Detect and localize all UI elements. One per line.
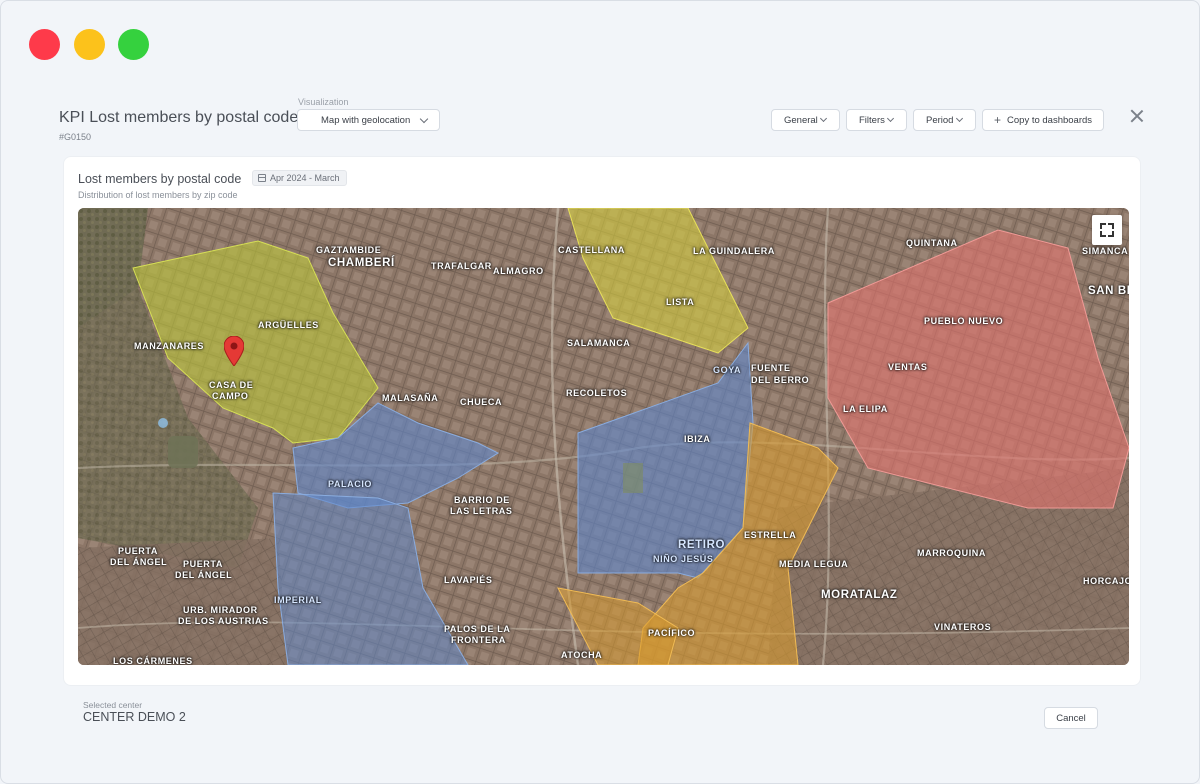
period-label: Period [926, 114, 954, 126]
map-label: NIÑO JESÚS [653, 554, 714, 564]
map-label: BARRIO DE [454, 495, 510, 505]
map-label: DEL ÁNGEL [110, 557, 168, 567]
map-label: MEDIA LEGUA [779, 559, 849, 569]
chevron-down-icon [419, 114, 429, 124]
card-subtitle: Distribution of lost members by zip code [78, 190, 238, 200]
chevron-down-icon [819, 114, 828, 123]
map-label: CAMPO [212, 391, 249, 401]
map-label: LAS LETRAS [450, 506, 513, 516]
visualization-select[interactable]: Map with geolocation [297, 109, 440, 131]
map-label: CASA DE [209, 380, 254, 390]
map-label: DEL ÁNGEL [175, 570, 233, 580]
window-maximize-button[interactable] [118, 29, 149, 60]
filters-dropdown-button[interactable]: Filters [846, 109, 907, 131]
map-label: VENTAS [888, 362, 928, 372]
visualization-select-value: Map with geolocation [321, 114, 411, 126]
cancel-button[interactable]: Cancel [1044, 707, 1098, 729]
map-label: PUEBLO NUEVO [924, 316, 1004, 326]
date-range-badge: Apr 2024 - March [252, 170, 347, 186]
date-range-text: Apr 2024 - March [270, 173, 340, 183]
map-label: SAN BL [1088, 285, 1129, 297]
map-label: SIMANCA [1082, 246, 1129, 256]
map-label: GAZTAMBIDE [316, 245, 382, 255]
map-label: DEL BERRO [751, 375, 810, 385]
map-label: PUERTA [183, 559, 223, 569]
window-close-button[interactable] [29, 29, 60, 60]
app-window: KPI Lost members by postal code #G0150 V… [0, 0, 1200, 784]
fullscreen-icon-corner [1108, 223, 1114, 229]
selected-center-value: CENTER DEMO 2 [83, 710, 186, 724]
general-dropdown-button[interactable]: General [771, 109, 840, 131]
map-label: LOS CÁRMENES [113, 656, 193, 665]
map-label: TRAFALGAR [431, 261, 492, 271]
park-area [168, 436, 198, 468]
map-label: GOYA [713, 365, 742, 375]
page-title: KPI Lost members by postal code [59, 109, 299, 126]
kpi-code: #G0150 [59, 132, 92, 142]
map-label: FRONTERA [451, 635, 506, 645]
park-area [623, 463, 643, 493]
chevron-down-icon [955, 114, 964, 123]
window-minimize-button[interactable] [74, 29, 105, 60]
location-pin-icon[interactable] [224, 336, 244, 366]
map-label: QUINTANA [906, 238, 958, 248]
fullscreen-button[interactable] [1092, 215, 1122, 245]
calendar-icon [258, 174, 266, 182]
map-label: IMPERIAL [274, 595, 322, 605]
map-label: ESTRELLA [744, 530, 797, 540]
map-label: DE LOS AUSTRIAS [178, 616, 269, 626]
map-label: MORATALAZ [821, 589, 898, 601]
copy-label: Copy to dashboards [1007, 114, 1093, 126]
map-label: LA GUINDALERA [693, 246, 775, 256]
map-label: FUENTE [751, 363, 791, 373]
map-label: ARGÜELLES [258, 320, 319, 330]
copy-to-dashboards-button[interactable]: + Copy to dashboards [982, 109, 1104, 131]
map-label: RETIRO [678, 539, 726, 551]
chevron-down-icon [886, 114, 895, 123]
card-title: Lost members by postal code [78, 172, 242, 186]
close-icon[interactable] [1130, 109, 1144, 123]
water-area [158, 418, 168, 428]
map-label: LA ELIPA [843, 404, 888, 414]
map-label: MALASAÑA [382, 393, 439, 403]
map-label: LISTA [666, 297, 695, 307]
geolocation-map[interactable]: GAZTAMBIDE CHAMBERÍ TRAFALGAR ALMAGRO CA… [78, 208, 1129, 665]
fullscreen-icon-corner [1100, 231, 1106, 237]
map-label: PALACIO [328, 479, 373, 489]
visualization-label: Visualization [298, 97, 349, 107]
map-canvas [78, 208, 1129, 665]
fullscreen-icon-corner [1108, 231, 1114, 237]
map-label: MANZANARES [134, 341, 204, 351]
map-label: PACÍFICO [648, 628, 696, 638]
filters-label: Filters [859, 114, 885, 126]
map-label: CHUECA [460, 397, 503, 407]
map-label: URB. MIRADOR [183, 605, 258, 615]
map-label: CASTELLANA [558, 245, 625, 255]
map-label: VINATEROS [934, 622, 992, 632]
map-label: CHAMBERÍ [328, 257, 395, 269]
map-label: ALMAGRO [493, 266, 544, 276]
general-label: General [784, 114, 818, 126]
map-label: HORCAJO [1083, 576, 1129, 586]
fullscreen-icon [1100, 223, 1106, 229]
map-label: IBIZA [684, 434, 711, 444]
map-label: SALAMANCA [567, 338, 631, 348]
plus-icon: + [994, 113, 1002, 127]
map-label: RECOLETOS [566, 388, 628, 398]
map-label: ATOCHA [561, 650, 603, 660]
map-label: MARROQUINA [917, 548, 986, 558]
chart-card: Lost members by postal code Apr 2024 - M… [63, 156, 1141, 686]
map-label: PUERTA [118, 546, 158, 556]
period-dropdown-button[interactable]: Period [913, 109, 976, 131]
map-label: LAVAPIÉS [444, 575, 493, 585]
map-label: PALOS DE LA [444, 624, 511, 634]
selected-center-label: Selected center [83, 700, 143, 710]
